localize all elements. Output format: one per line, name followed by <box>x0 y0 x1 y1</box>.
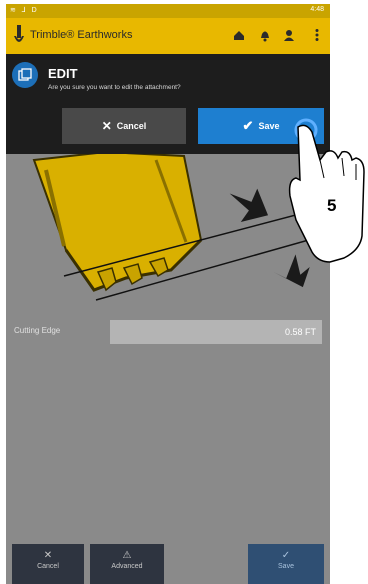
cutting-edge-label: Cutting Edge <box>14 326 61 335</box>
cutting-edge-row: Cutting Edge <box>6 318 330 348</box>
advanced-icon: ⚠ <box>122 550 132 561</box>
bottom-advanced-button[interactable]: ⚠ Advanced <box>90 544 164 584</box>
bell-icon[interactable] <box>258 28 272 42</box>
bottom-cancel-label: Cancel <box>37 563 59 570</box>
dialog-title: EDIT <box>48 66 78 81</box>
edit-confirm-dialog: EDIT Are you sure you want to edit the a… <box>6 54 330 154</box>
close-icon: ✕ <box>101 119 112 133</box>
bottom-save-label: Save <box>278 563 294 570</box>
dialog-save-label: Save <box>258 121 280 131</box>
dialog-cancel-button[interactable]: ✕ Cancel <box>62 108 186 144</box>
cutting-edge-input[interactable] <box>110 320 322 344</box>
dialog-save-button[interactable]: ✔ Save <box>198 108 324 144</box>
device-screen: ≋ ⅃ D 4:48 Trimble® Earthworks Cutting E… <box>6 4 330 584</box>
user-icon[interactable] <box>282 28 296 42</box>
bottom-cancel-button[interactable]: ✕ Cancel <box>12 544 84 584</box>
app-bar: Trimble® Earthworks <box>6 18 330 54</box>
checkmark-icon: ✓ <box>281 550 291 561</box>
bottom-save-button[interactable]: ✓ Save <box>248 544 324 584</box>
status-icons: ≋ ⅃ D <box>10 7 39 14</box>
step-number: 5 <box>327 196 337 215</box>
dialog-message: Are you sure you want to edit the attach… <box>48 84 181 91</box>
status-time: 4:48 <box>310 6 324 13</box>
app-title: Trimble® Earthworks <box>30 29 133 41</box>
dialog-cancel-label: Cancel <box>116 121 147 131</box>
status-bar: ≋ ⅃ D 4:48 <box>6 4 330 18</box>
more-icon[interactable] <box>310 28 324 42</box>
close-icon: ✕ <box>43 550 53 561</box>
trimble-logo-icon <box>14 25 24 42</box>
home-icon[interactable] <box>232 28 246 42</box>
bottom-action-bar: ✕ Cancel ⚠ Advanced ✓ Save <box>6 544 330 584</box>
checkmark-icon: ✔ <box>242 118 254 133</box>
edit-icon <box>12 62 38 88</box>
bottom-advanced-label: Advanced <box>111 563 143 570</box>
